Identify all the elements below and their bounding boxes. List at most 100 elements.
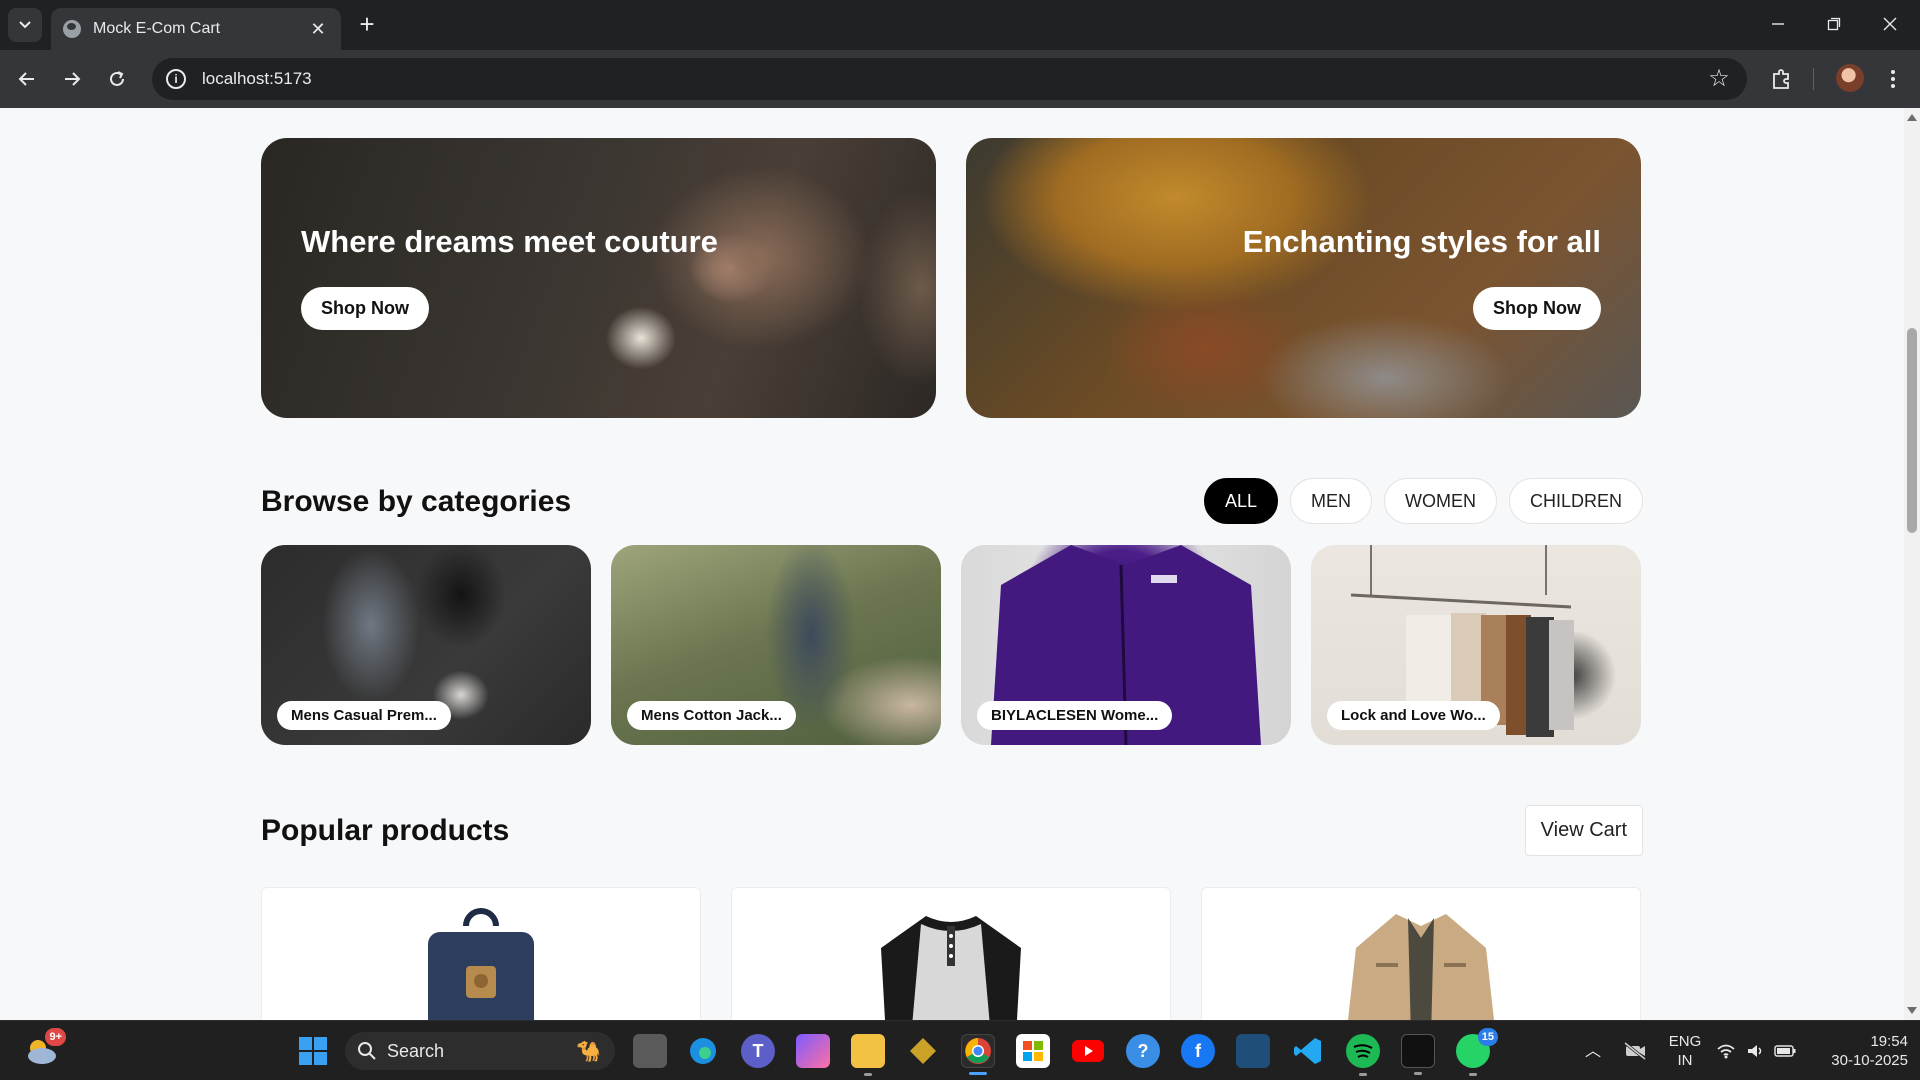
hero-banner-styles: Enchanting styles for all Shop Now	[966, 138, 1641, 418]
edge-icon[interactable]	[686, 1034, 720, 1068]
hidden-icons-chevron-up-icon[interactable]: ︿	[1580, 1021, 1606, 1080]
camera-off-icon[interactable]	[1620, 1021, 1650, 1080]
chrome-icon	[965, 1038, 991, 1064]
camera-off-icon-svg	[1624, 1042, 1646, 1060]
youtube-icon[interactable]	[1071, 1034, 1105, 1068]
address-bar[interactable]: i localhost:5173	[152, 58, 1747, 100]
popular-heading: Popular products	[261, 814, 510, 847]
microsoft-store-icon[interactable]	[1016, 1034, 1050, 1068]
toolbar-divider	[1813, 68, 1814, 90]
categories-heading: Browse by categories	[261, 485, 572, 518]
browser-tab-bar: Mock E-Com Cart ✕ +	[0, 0, 1920, 50]
search-placeholder: Search	[387, 1040, 445, 1061]
tab-title: Mock E-Com Cart	[93, 20, 221, 37]
vscode-logo-icon	[1294, 1038, 1321, 1064]
taskbar-search[interactable]: Search 🐪	[345, 1032, 615, 1070]
chrome-taskbar-button[interactable]	[961, 1034, 995, 1075]
forward-arrow-icon	[65, 72, 81, 86]
back-button[interactable]	[10, 62, 44, 96]
tab-close-icon[interactable]: ✕	[307, 19, 329, 40]
reload-icon	[110, 71, 124, 86]
hero-title: Where dreams meet couture	[301, 224, 718, 259]
category-card[interactable]: Mens Cotton Jack...	[611, 545, 941, 745]
copilot-icon[interactable]	[796, 1034, 830, 1068]
close-window-button[interactable]	[1862, 0, 1918, 48]
whatsapp-icon[interactable]: 15	[1456, 1028, 1498, 1076]
forward-button[interactable]	[55, 62, 89, 96]
scrollbar-thumb[interactable]	[1907, 328, 1917, 533]
category-card[interactable]: Lock and Love Wo...	[1311, 545, 1641, 745]
whatsapp-badge: 15	[1477, 1028, 1498, 1046]
new-tab-button[interactable]: +	[352, 10, 382, 40]
site-info-icon[interactable]: i	[166, 69, 186, 89]
diamond-app-icon	[910, 1038, 936, 1064]
filter-men[interactable]: MEN	[1289, 478, 1372, 524]
shop-now-button[interactable]: Shop Now	[1473, 287, 1601, 330]
clock-date: 30-10-2025	[1831, 1052, 1908, 1069]
wifi-icon	[1717, 1044, 1735, 1059]
file-explorer-icon[interactable]	[851, 1034, 885, 1076]
task-view-icon[interactable]	[633, 1034, 667, 1068]
back-arrow-icon	[18, 72, 34, 86]
restore-button[interactable]	[1806, 0, 1862, 48]
filter-children[interactable]: CHILDREN	[1508, 478, 1643, 524]
running-indicator	[1414, 1072, 1422, 1075]
bookmark-star-icon[interactable]: ☆	[1705, 60, 1733, 98]
scroll-down-arrow-icon[interactable]	[1907, 1007, 1917, 1014]
profile-avatar[interactable]	[1836, 64, 1864, 92]
globe-icon	[63, 20, 81, 38]
clock-time: 19:54	[1870, 1033, 1908, 1050]
raglan-shirt-image	[881, 916, 1021, 1020]
cube-app-icon[interactable]	[1401, 1034, 1435, 1075]
scroll-up-arrow-icon[interactable]	[1907, 114, 1917, 121]
active-indicator	[969, 1072, 987, 1075]
help-icon[interactable]: ?	[1126, 1034, 1160, 1068]
product-card[interactable]	[1201, 887, 1641, 1020]
category-filters: ALL MEN WOMEN CHILDREN	[1203, 478, 1643, 524]
address-url: localhost:5173	[202, 69, 312, 88]
start-button[interactable]	[296, 1034, 330, 1068]
vscode-icon[interactable]	[1291, 1034, 1325, 1068]
close-icon	[1883, 17, 1897, 31]
product-card[interactable]	[731, 887, 1171, 1020]
facebook-icon[interactable]: f	[1181, 1034, 1215, 1068]
minimize-button[interactable]	[1750, 0, 1806, 48]
product-card[interactable]	[261, 887, 701, 1020]
language-indicator[interactable]: ENG IN	[1662, 1021, 1708, 1080]
extensions-button[interactable]	[1764, 62, 1798, 96]
browser-tab[interactable]: Mock E-Com Cart ✕	[51, 8, 341, 50]
search-highlight-icon: 🐪	[576, 1040, 601, 1063]
git-icon[interactable]	[906, 1034, 940, 1068]
chevron-down-icon	[19, 21, 31, 29]
category-card-label: Mens Cotton Jack...	[627, 701, 796, 730]
view-cart-button[interactable]: View Cart	[1524, 805, 1643, 856]
reload-button[interactable]	[100, 62, 134, 96]
spotify-icon[interactable]	[1346, 1034, 1380, 1076]
weather-widget[interactable]: 9+	[24, 1028, 66, 1068]
tab-search-button[interactable]	[8, 8, 42, 42]
browser-toolbar: i localhost:5173 ☆	[0, 50, 1920, 108]
page-viewport: Where dreams meet couture Shop Now Encha…	[0, 108, 1904, 1020]
filter-all[interactable]: ALL	[1203, 478, 1278, 524]
mysql-workbench-icon[interactable]	[1236, 1034, 1270, 1068]
clock[interactable]: 19:54 30-10-2025	[1808, 1021, 1908, 1080]
search-icon	[358, 1042, 376, 1060]
more-vertical-icon	[1891, 70, 1895, 88]
filter-women[interactable]: WOMEN	[1383, 478, 1497, 524]
spotify-waves-icon	[1353, 1044, 1373, 1058]
windows-logo-icon	[299, 1037, 327, 1065]
category-card[interactable]: BIYLACLESEN Wome...	[961, 545, 1291, 745]
shop-now-button[interactable]: Shop Now	[301, 287, 429, 330]
store-bag-icon	[1023, 1041, 1043, 1061]
category-card[interactable]: Mens Casual Prem...	[261, 545, 591, 745]
teams-icon[interactable]: T	[741, 1034, 775, 1068]
hero-title: Enchanting styles for all	[1242, 224, 1601, 259]
browser-menu-button[interactable]	[1876, 62, 1910, 96]
weather-badge: 9+	[45, 1028, 66, 1046]
page-scrollbar[interactable]	[1904, 108, 1920, 1020]
system-tray[interactable]	[1714, 1021, 1798, 1080]
volume-icon	[1748, 1045, 1762, 1057]
category-card-label: BIYLACLESEN Wome...	[977, 701, 1173, 730]
running-indicator	[1359, 1073, 1367, 1076]
backpack-image	[428, 908, 534, 1020]
